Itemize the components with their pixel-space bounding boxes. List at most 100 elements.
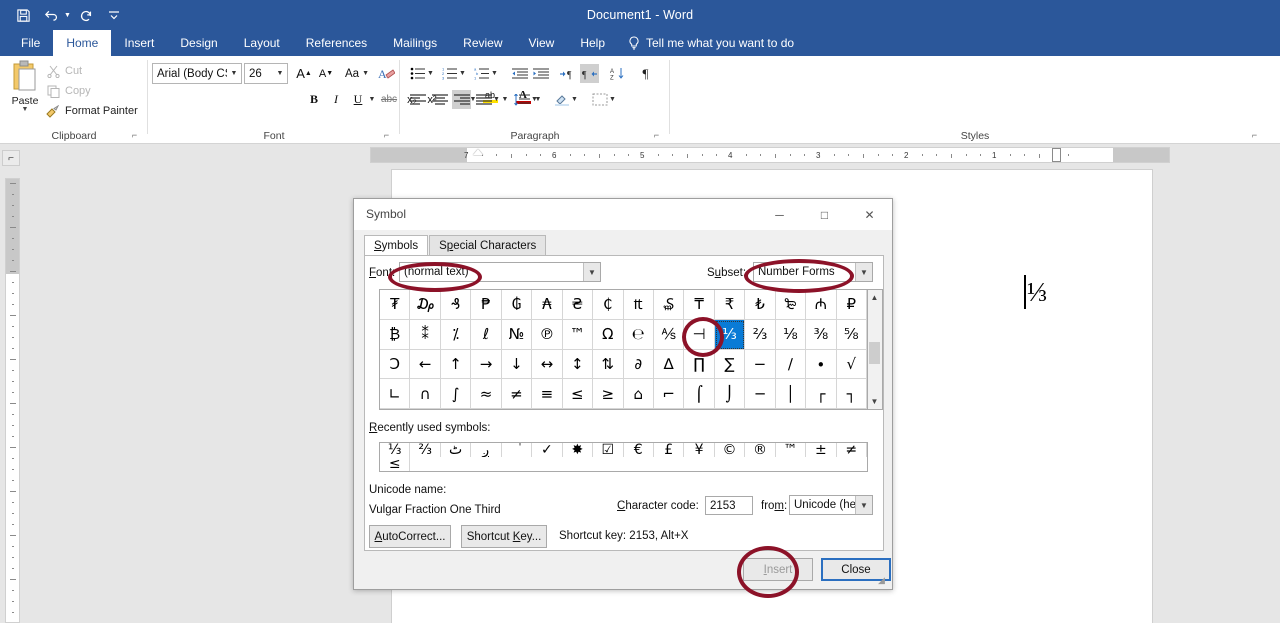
- symbol-cell[interactable]: ℗: [532, 320, 562, 350]
- decrease-indent-button[interactable]: [510, 64, 529, 83]
- tab-mailings[interactable]: Mailings: [380, 30, 450, 56]
- recent-symbol-cell[interactable]: ٰ: [502, 443, 532, 457]
- horizontal-ruler[interactable]: 7654321: [370, 147, 1170, 163]
- clipboard-dialog-launcher[interactable]: ⌐: [129, 130, 140, 141]
- symbol-cell[interactable]: ℮: [624, 320, 654, 350]
- multilevel-caret[interactable]: ▼: [490, 64, 499, 83]
- symbol-cell[interactable]: ←: [410, 350, 440, 380]
- close-icon[interactable]: ✕: [847, 199, 892, 230]
- symbol-cell[interactable]: ₸: [684, 290, 714, 320]
- recent-symbol-cell[interactable]: ⅓: [380, 443, 410, 457]
- from-combo-caret[interactable]: ▼: [855, 496, 872, 514]
- underline-button[interactable]: U: [348, 89, 368, 110]
- recent-symbol-cell[interactable]: ®: [745, 443, 775, 457]
- font-combo[interactable]: (normal text) ▼: [399, 262, 601, 282]
- symbol-cell[interactable]: ┌: [806, 379, 836, 409]
- tab-design[interactable]: Design: [167, 30, 230, 56]
- strikethrough-button[interactable]: abc: [378, 89, 400, 110]
- symbol-cell[interactable]: ∏: [684, 350, 714, 380]
- symbol-cell[interactable]: ┐: [837, 379, 867, 409]
- symbol-cell[interactable]: ↔: [532, 350, 562, 380]
- ltr-text-direction-button[interactable]: ¶: [558, 64, 577, 83]
- symbol-cell[interactable]: ≥: [593, 379, 623, 409]
- copy-button[interactable]: Copy: [46, 84, 91, 98]
- paragraph-dialog-launcher[interactable]: ⌐: [651, 130, 662, 141]
- align-center-button[interactable]: [430, 90, 449, 109]
- change-case-button[interactable]: Aa ▼: [342, 63, 372, 84]
- format-painter-button[interactable]: Format Painter: [46, 104, 138, 118]
- symbol-cell[interactable]: №: [502, 320, 532, 350]
- shading-caret[interactable]: ▼: [570, 90, 579, 109]
- font-name-combo[interactable]: Arial (Body CS ▼: [152, 63, 242, 84]
- font-name-caret[interactable]: ▼: [227, 70, 241, 77]
- symbol-cell[interactable]: ₵: [593, 290, 623, 320]
- shading-button[interactable]: [552, 90, 571, 109]
- tab-symbols[interactable]: Symbols: [364, 235, 428, 256]
- underline-dropdown-caret[interactable]: ▼: [367, 89, 377, 110]
- numbering-button[interactable]: 123: [440, 64, 459, 83]
- minimize-icon[interactable]: ─: [757, 199, 802, 230]
- tab-references[interactable]: References: [293, 30, 380, 56]
- symbol-cell[interactable]: Ω: [593, 320, 623, 350]
- symbol-cell[interactable]: ⌂: [624, 379, 654, 409]
- recent-symbol-cell[interactable]: ✸: [563, 443, 593, 457]
- symbol-grid-scrollbar[interactable]: ▲ ▼: [868, 289, 883, 410]
- resize-grip-icon[interactable]: ◢: [878, 575, 890, 587]
- styles-dialog-launcher[interactable]: ⌐: [1249, 130, 1260, 141]
- symbol-cell[interactable]: ₯: [410, 290, 440, 320]
- symbol-cell[interactable]: ∆: [654, 350, 684, 380]
- symbol-cell[interactable]: ∙: [806, 350, 836, 380]
- shrink-font-button[interactable]: A▼: [316, 63, 336, 84]
- symbol-cell[interactable]: ⅔: [745, 320, 775, 350]
- maximize-icon[interactable]: □: [802, 199, 847, 230]
- justify-button[interactable]: [474, 90, 493, 109]
- insert-button[interactable]: Insert: [743, 558, 813, 581]
- symbol-cell[interactable]: ₰: [441, 290, 471, 320]
- paste-button[interactable]: Paste ▼: [6, 60, 44, 113]
- symbol-cell[interactable]: ₻: [776, 290, 806, 320]
- scroll-up-icon[interactable]: ▲: [868, 290, 881, 305]
- symbol-cell[interactable]: ⅝: [837, 320, 867, 350]
- recent-symbol-cell[interactable]: £: [654, 443, 684, 457]
- symbol-cell[interactable]: ₶: [624, 290, 654, 320]
- clear-formatting-button[interactable]: A: [376, 63, 396, 84]
- symbol-cell[interactable]: ⁑: [410, 320, 440, 350]
- italic-button[interactable]: I: [326, 89, 346, 110]
- symbol-cell[interactable]: ₮: [380, 290, 410, 320]
- tab-layout[interactable]: Layout: [231, 30, 293, 56]
- paste-dropdown-caret[interactable]: ▼: [6, 107, 44, 113]
- symbol-cell[interactable]: ⅍: [654, 320, 684, 350]
- symbol-cell[interactable]: ₼: [806, 290, 836, 320]
- tab-insert[interactable]: Insert: [111, 30, 167, 56]
- from-combo[interactable]: Unicode (hex) ▼: [789, 495, 873, 515]
- symbol-cell[interactable]: ⇅: [593, 350, 623, 380]
- line-spacing-caret[interactable]: ▼: [530, 90, 539, 109]
- symbol-cell[interactable]: │: [776, 379, 806, 409]
- cut-button[interactable]: Cut: [46, 64, 82, 78]
- scroll-down-icon[interactable]: ▼: [868, 394, 881, 409]
- subset-combo-caret[interactable]: ▼: [855, 263, 872, 281]
- recently-used-symbols[interactable]: ⅓⅔ٹږٰ✓✸☑€£¥©®™±≠≤: [379, 442, 868, 472]
- increase-indent-button[interactable]: [531, 64, 550, 83]
- font-combo-caret[interactable]: ▼: [583, 263, 600, 281]
- tab-stop-selector[interactable]: ⌐: [2, 150, 20, 166]
- symbol-cell[interactable]: →: [471, 350, 501, 380]
- align-left-button[interactable]: [408, 90, 427, 109]
- recent-symbol-cell[interactable]: ≠: [837, 443, 867, 457]
- recent-symbol-cell[interactable]: ☑: [593, 443, 623, 457]
- subset-combo[interactable]: Number Forms ▼: [753, 262, 873, 282]
- ruler-right-indent-marker[interactable]: [1052, 148, 1061, 162]
- bold-button[interactable]: B: [304, 89, 324, 110]
- numbering-caret[interactable]: ▼: [458, 64, 467, 83]
- symbol-cell[interactable]: ↓: [502, 350, 532, 380]
- recent-symbol-cell[interactable]: ¥: [684, 443, 714, 457]
- recent-symbol-cell[interactable]: ږ: [471, 443, 501, 457]
- symbol-cell[interactable]: ₱: [471, 290, 501, 320]
- tab-home[interactable]: Home: [53, 30, 111, 56]
- symbol-cell[interactable]: −: [745, 350, 775, 380]
- symbol-cell[interactable]: ∩: [410, 379, 440, 409]
- recent-symbol-cell[interactable]: ٹ: [441, 443, 471, 457]
- recent-symbol-cell[interactable]: ≤: [380, 457, 410, 471]
- recent-symbol-cell[interactable]: ✓: [532, 443, 562, 457]
- symbol-cell[interactable]: ₺: [745, 290, 775, 320]
